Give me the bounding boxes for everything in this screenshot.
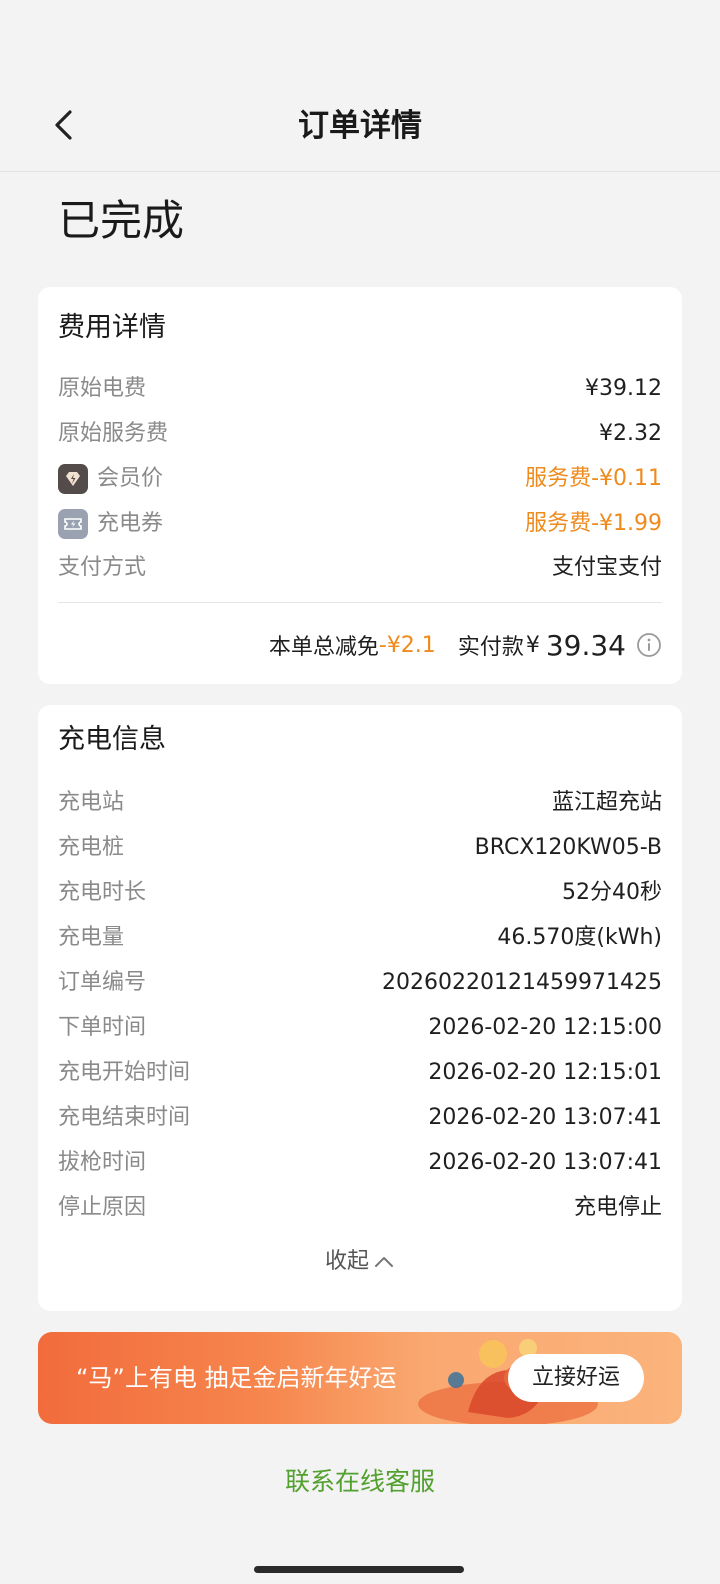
- charge-row-label: 充电站: [58, 790, 125, 815]
- charge-row-end-time: 充电结束时间 2026-02-20 13:07:41: [58, 1098, 662, 1138]
- fee-details-title: 费用详情: [58, 312, 166, 343]
- fee-row-value: ¥2.32: [599, 421, 662, 446]
- charge-row-unplug-time: 拔枪时间 2026-02-20 13:07:41: [58, 1143, 662, 1183]
- charge-row-value: BRCX120KW05-B: [474, 835, 662, 860]
- collapse-label: 收起: [324, 1249, 369, 1274]
- paid-amount: 39.34: [545, 628, 626, 662]
- charge-row-label: 充电时长: [58, 880, 147, 905]
- charge-row-value: 2026-02-20 13:07:41: [428, 1150, 662, 1175]
- total-discount-label: 本单总减免: [268, 635, 379, 660]
- charge-row-label: 充电结束时间: [58, 1105, 191, 1130]
- charge-row-value: 充电停止: [573, 1195, 662, 1220]
- payment-summary: 本单总减免 -¥2.1 实付款 ¥ 39.34: [269, 622, 662, 668]
- fee-row-value: 服务费-¥1.99: [525, 511, 662, 536]
- info-icon[interactable]: [636, 632, 662, 658]
- charge-row-order-time: 下单时间 2026-02-20 12:15:00: [58, 1008, 662, 1048]
- charge-row-label: 充电开始时间: [58, 1060, 191, 1085]
- charge-row-value: 2026-02-20 13:07:41: [428, 1105, 662, 1130]
- charge-row-value: 20260220121459971425: [382, 970, 662, 995]
- member-diamond-icon: [58, 464, 88, 494]
- charge-row-station: 充电站 蓝江超充站: [58, 783, 662, 823]
- fee-row-payment-method: 支付方式 支付宝支付: [58, 548, 662, 588]
- fee-row-value: ¥39.12: [585, 376, 662, 401]
- total-discount-value: -¥2.1: [378, 632, 436, 658]
- divider: [58, 602, 662, 603]
- charge-row-value: 2026-02-20 12:15:00: [428, 1015, 662, 1040]
- charge-row-pile: 充电桩 BRCX120KW05-B: [58, 828, 662, 868]
- contact-support-link[interactable]: 联系在线客服: [0, 1462, 720, 1502]
- collapse-button[interactable]: 收起: [0, 1244, 720, 1280]
- charge-row-value: 蓝江超充站: [551, 790, 662, 815]
- charge-row-label: 订单编号: [58, 970, 147, 995]
- fee-row-original-electricity: 原始电费 ¥39.12: [58, 369, 662, 409]
- fee-row-label: 原始服务费: [58, 421, 169, 446]
- charge-row-value: 46.570度(kWh): [497, 925, 662, 950]
- charge-row-label: 充电量: [58, 925, 125, 950]
- fee-row-member-price: 会员价 服务费-¥0.11: [58, 459, 662, 499]
- charging-info-card: 充电信息 充电站 蓝江超充站 充电桩 BRCX120KW05-B 充电时长 52…: [38, 705, 682, 1311]
- charge-row-label: 下单时间: [58, 1015, 147, 1040]
- charge-row-value: 2026-02-20 12:15:01: [428, 1060, 662, 1085]
- charge-row-order-number: 订单编号 20260220121459971425: [58, 963, 662, 1003]
- page-title: 订单详情: [298, 108, 422, 144]
- banner-text: “马”上有电 抽足金启新年好运: [76, 1364, 397, 1392]
- charging-info-title: 充电信息: [58, 724, 166, 755]
- fee-row-label: 充电券: [97, 511, 164, 536]
- chevron-up-icon: [375, 1257, 393, 1267]
- charge-row-stop-reason: 停止原因 充电停止: [58, 1188, 662, 1228]
- charge-row-value: 52分40秒: [562, 880, 662, 905]
- charge-row-label: 充电桩: [58, 835, 125, 860]
- fee-row-value: 服务费-¥0.11: [525, 466, 662, 491]
- charge-row-duration: 充电时长 52分40秒: [58, 873, 662, 913]
- banner-cta-button[interactable]: 立接好运: [508, 1354, 644, 1402]
- fee-row-label: 会员价: [97, 466, 164, 491]
- charge-row-start-time: 充电开始时间 2026-02-20 12:15:01: [58, 1053, 662, 1093]
- home-indicator[interactable]: [254, 1566, 464, 1573]
- fee-row-label: 原始电费: [58, 376, 147, 401]
- paid-label: 实付款: [457, 635, 524, 660]
- fee-row-coupon: 充电券 服务费-¥1.99: [58, 504, 662, 544]
- promo-banner[interactable]: “马”上有电 抽足金启新年好运 立接好运: [38, 1332, 682, 1424]
- nav-bar: 订单详情: [0, 0, 720, 172]
- charge-row-label: 拔枪时间: [58, 1150, 147, 1175]
- ticket-icon: [58, 509, 88, 539]
- charge-row-label: 停止原因: [58, 1195, 147, 1220]
- fee-row-value: 支付宝支付: [551, 555, 662, 580]
- fee-row-label: 支付方式: [58, 555, 147, 580]
- charge-row-energy: 充电量 46.570度(kWh): [58, 918, 662, 958]
- order-status: 已完成: [58, 196, 185, 245]
- fee-row-original-service: 原始服务费 ¥2.32: [58, 414, 662, 454]
- paid-currency: ¥: [525, 632, 540, 658]
